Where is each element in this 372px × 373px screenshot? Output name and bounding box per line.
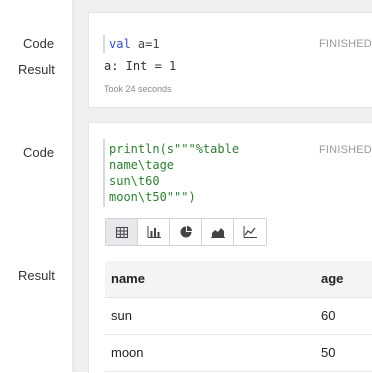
code-keyword: val: [109, 37, 131, 51]
code-label: Code: [23, 36, 55, 51]
column-header-name[interactable]: name: [111, 271, 145, 286]
result-label: Result: [18, 62, 55, 77]
editor-gutter-bar: [103, 35, 105, 53]
code-line: sun\t60: [109, 174, 160, 188]
bar-chart-icon: [147, 226, 161, 238]
table-row: sun 60: [105, 298, 372, 335]
result-output: a: Int = 1: [104, 59, 177, 73]
table-cell: 60: [321, 308, 336, 323]
code-line: name\tage: [109, 158, 175, 172]
table-icon: [115, 226, 128, 238]
bar-chart-button[interactable]: [138, 219, 170, 245]
execution-time: Took 24 seconds: [104, 84, 172, 94]
code-editor[interactable]: val a=1: [109, 36, 160, 52]
area-chart-button[interactable]: [202, 219, 234, 245]
result-label: Result: [18, 268, 55, 283]
column-header-age[interactable]: age: [321, 271, 343, 286]
visualization-toolbar: [105, 218, 267, 246]
table-cell: sun: [111, 308, 132, 323]
table-cell: 50: [321, 345, 336, 360]
table-row: moon 50: [105, 335, 372, 372]
code-text: a=1: [130, 37, 160, 51]
label-gutter: [0, 0, 72, 372]
paragraph-status: FINISHED: [319, 38, 372, 50]
pie-chart-icon: [180, 226, 192, 238]
editor-gutter-bar: [103, 139, 105, 207]
paragraph-2[interactable]: println(s"""%table name\tage sun\t60 moon\t…: [88, 122, 372, 373]
area-chart-icon: [210, 228, 225, 238]
line-chart-icon: [243, 226, 257, 238]
table-cell: moon: [111, 345, 144, 360]
code-editor[interactable]: println(s"""%table name\tage sun\t60 moon\t…: [109, 141, 239, 205]
paragraph-1[interactable]: val a=1 FINISHED a: Int = 1 Took 24 seco…: [88, 12, 372, 108]
table-view-button[interactable]: [106, 219, 138, 245]
pie-chart-button[interactable]: [170, 219, 202, 245]
paragraph-status: FINISHED: [319, 144, 372, 156]
line-chart-button[interactable]: [234, 219, 266, 245]
code-line: moon\t50"""): [109, 190, 196, 204]
result-table: name age sun 60 moon 50: [105, 261, 372, 372]
code-line: println(s"""%table: [109, 142, 240, 156]
table-header-row: name age: [105, 261, 372, 298]
code-label: Code: [23, 145, 55, 160]
